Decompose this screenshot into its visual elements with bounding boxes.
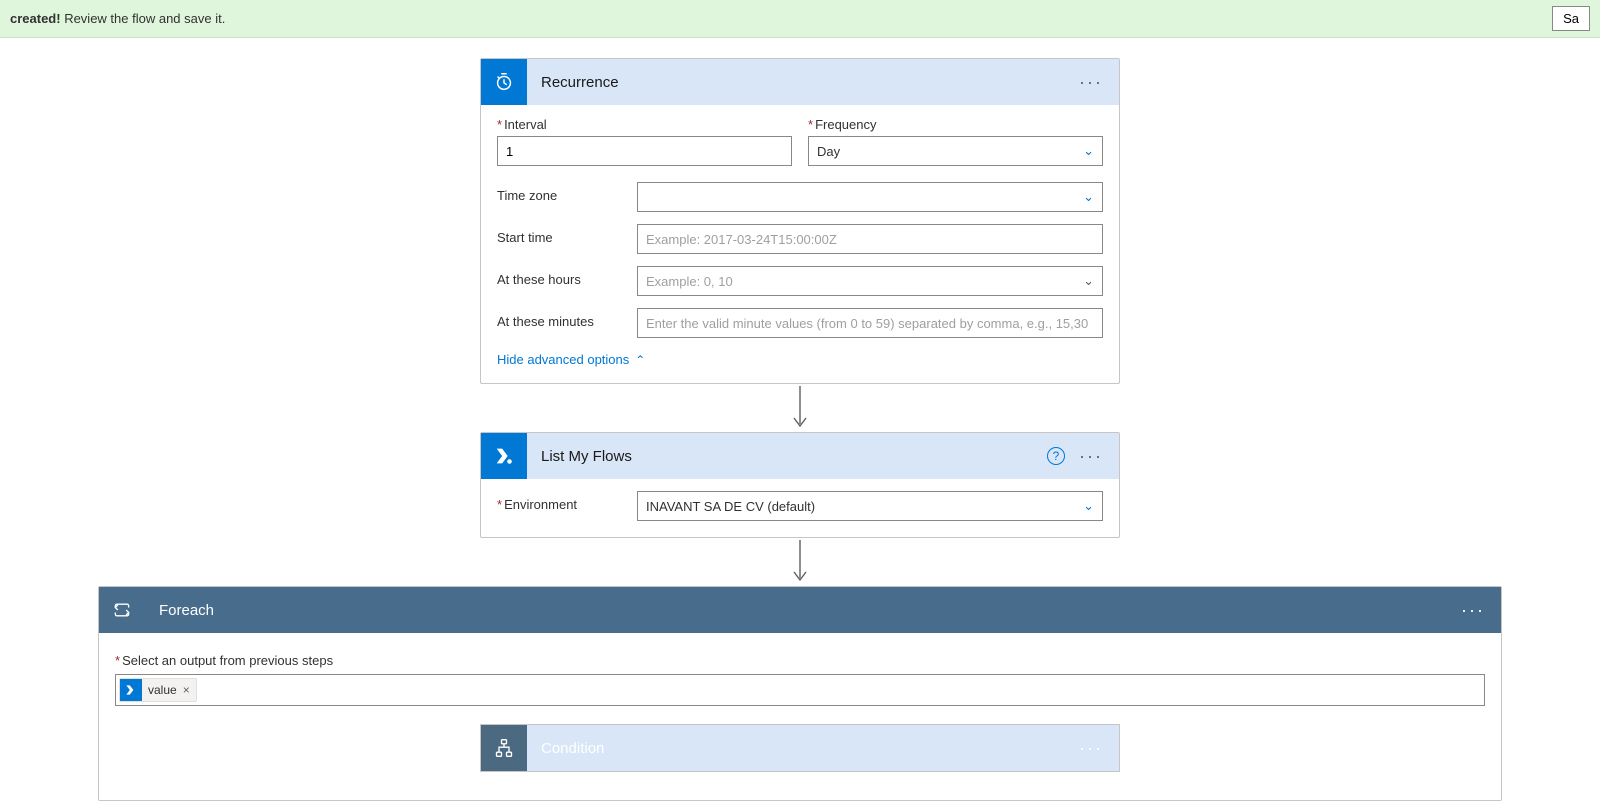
- hours-select[interactable]: Example: 0, 10 ⌄: [637, 266, 1103, 296]
- recurrence-card: Recurrence ··· Interval Frequency Day ⌄: [480, 58, 1120, 384]
- chevron-up-icon: ⌃: [635, 353, 645, 367]
- minutes-input[interactable]: [637, 308, 1103, 338]
- notification-banner: created! Review the flow and save it. Sa: [0, 0, 1600, 38]
- foreach-header[interactable]: Foreach ···: [99, 587, 1501, 633]
- chevron-down-icon: ⌄: [1083, 498, 1094, 514]
- starttime-label: Start time: [497, 230, 637, 245]
- save-button[interactable]: Sa: [1552, 6, 1590, 31]
- hours-label: At these hours: [497, 272, 637, 287]
- list-my-flows-title: List My Flows: [527, 448, 1047, 465]
- interval-input[interactable]: [497, 136, 792, 166]
- chevron-down-icon: ⌄: [1083, 143, 1094, 159]
- condition-title: Condition: [527, 740, 1079, 757]
- environment-label: Environment: [497, 497, 637, 512]
- output-label: Select an output from previous steps: [115, 653, 1485, 668]
- value-token[interactable]: value ×: [119, 678, 197, 702]
- foreach-title: Foreach: [145, 602, 1461, 619]
- condition-card: Condition ···: [480, 724, 1120, 772]
- help-icon[interactable]: ?: [1047, 447, 1065, 465]
- connector-arrow: [791, 538, 809, 586]
- connector-arrow: [791, 384, 809, 432]
- foreach-menu-button[interactable]: ···: [1461, 600, 1485, 621]
- frequency-value: Day: [817, 144, 840, 159]
- token-label: value: [148, 683, 177, 697]
- list-my-flows-menu-button[interactable]: ···: [1079, 446, 1103, 467]
- chevron-down-icon: ⌄: [1083, 273, 1094, 289]
- minutes-label: At these minutes: [497, 314, 637, 329]
- banner-bold: created!: [10, 11, 61, 26]
- recurrence-menu-button[interactable]: ···: [1079, 72, 1103, 93]
- loop-icon: [99, 587, 145, 633]
- environment-value: INAVANT SA DE CV (default): [646, 499, 815, 514]
- flow-icon: [120, 679, 142, 701]
- token-remove-button[interactable]: ×: [183, 683, 190, 697]
- flow-icon: [481, 433, 527, 479]
- timezone-select[interactable]: ⌄: [637, 182, 1103, 212]
- banner-rest: Review the flow and save it.: [61, 11, 226, 26]
- frequency-label: Frequency: [808, 117, 1103, 132]
- advanced-link-text: Hide advanced options: [497, 352, 629, 367]
- condition-header[interactable]: Condition ···: [481, 725, 1119, 771]
- list-my-flows-header[interactable]: List My Flows ? ···: [481, 433, 1119, 479]
- recurrence-title: Recurrence: [527, 74, 1079, 91]
- output-token-field[interactable]: value ×: [115, 674, 1485, 706]
- flow-canvas: Recurrence ··· Interval Frequency Day ⌄: [0, 38, 1600, 801]
- chevron-down-icon: ⌄: [1083, 189, 1094, 205]
- condition-menu-button[interactable]: ···: [1079, 738, 1103, 759]
- starttime-input[interactable]: [637, 224, 1103, 254]
- hide-advanced-options-link[interactable]: Hide advanced options ⌃: [497, 352, 645, 367]
- timezone-label: Time zone: [497, 188, 637, 203]
- hours-placeholder: Example: 0, 10: [646, 274, 733, 289]
- interval-label: Interval: [497, 117, 792, 132]
- condition-icon: [481, 725, 527, 771]
- environment-select[interactable]: INAVANT SA DE CV (default) ⌄: [637, 491, 1103, 521]
- recurrence-header[interactable]: Recurrence ···: [481, 59, 1119, 105]
- clock-icon: [481, 59, 527, 105]
- frequency-select[interactable]: Day ⌄: [808, 136, 1103, 166]
- list-my-flows-card: List My Flows ? ··· Environment INAVANT …: [480, 432, 1120, 538]
- foreach-card: Foreach ··· Select an output from previo…: [98, 586, 1502, 801]
